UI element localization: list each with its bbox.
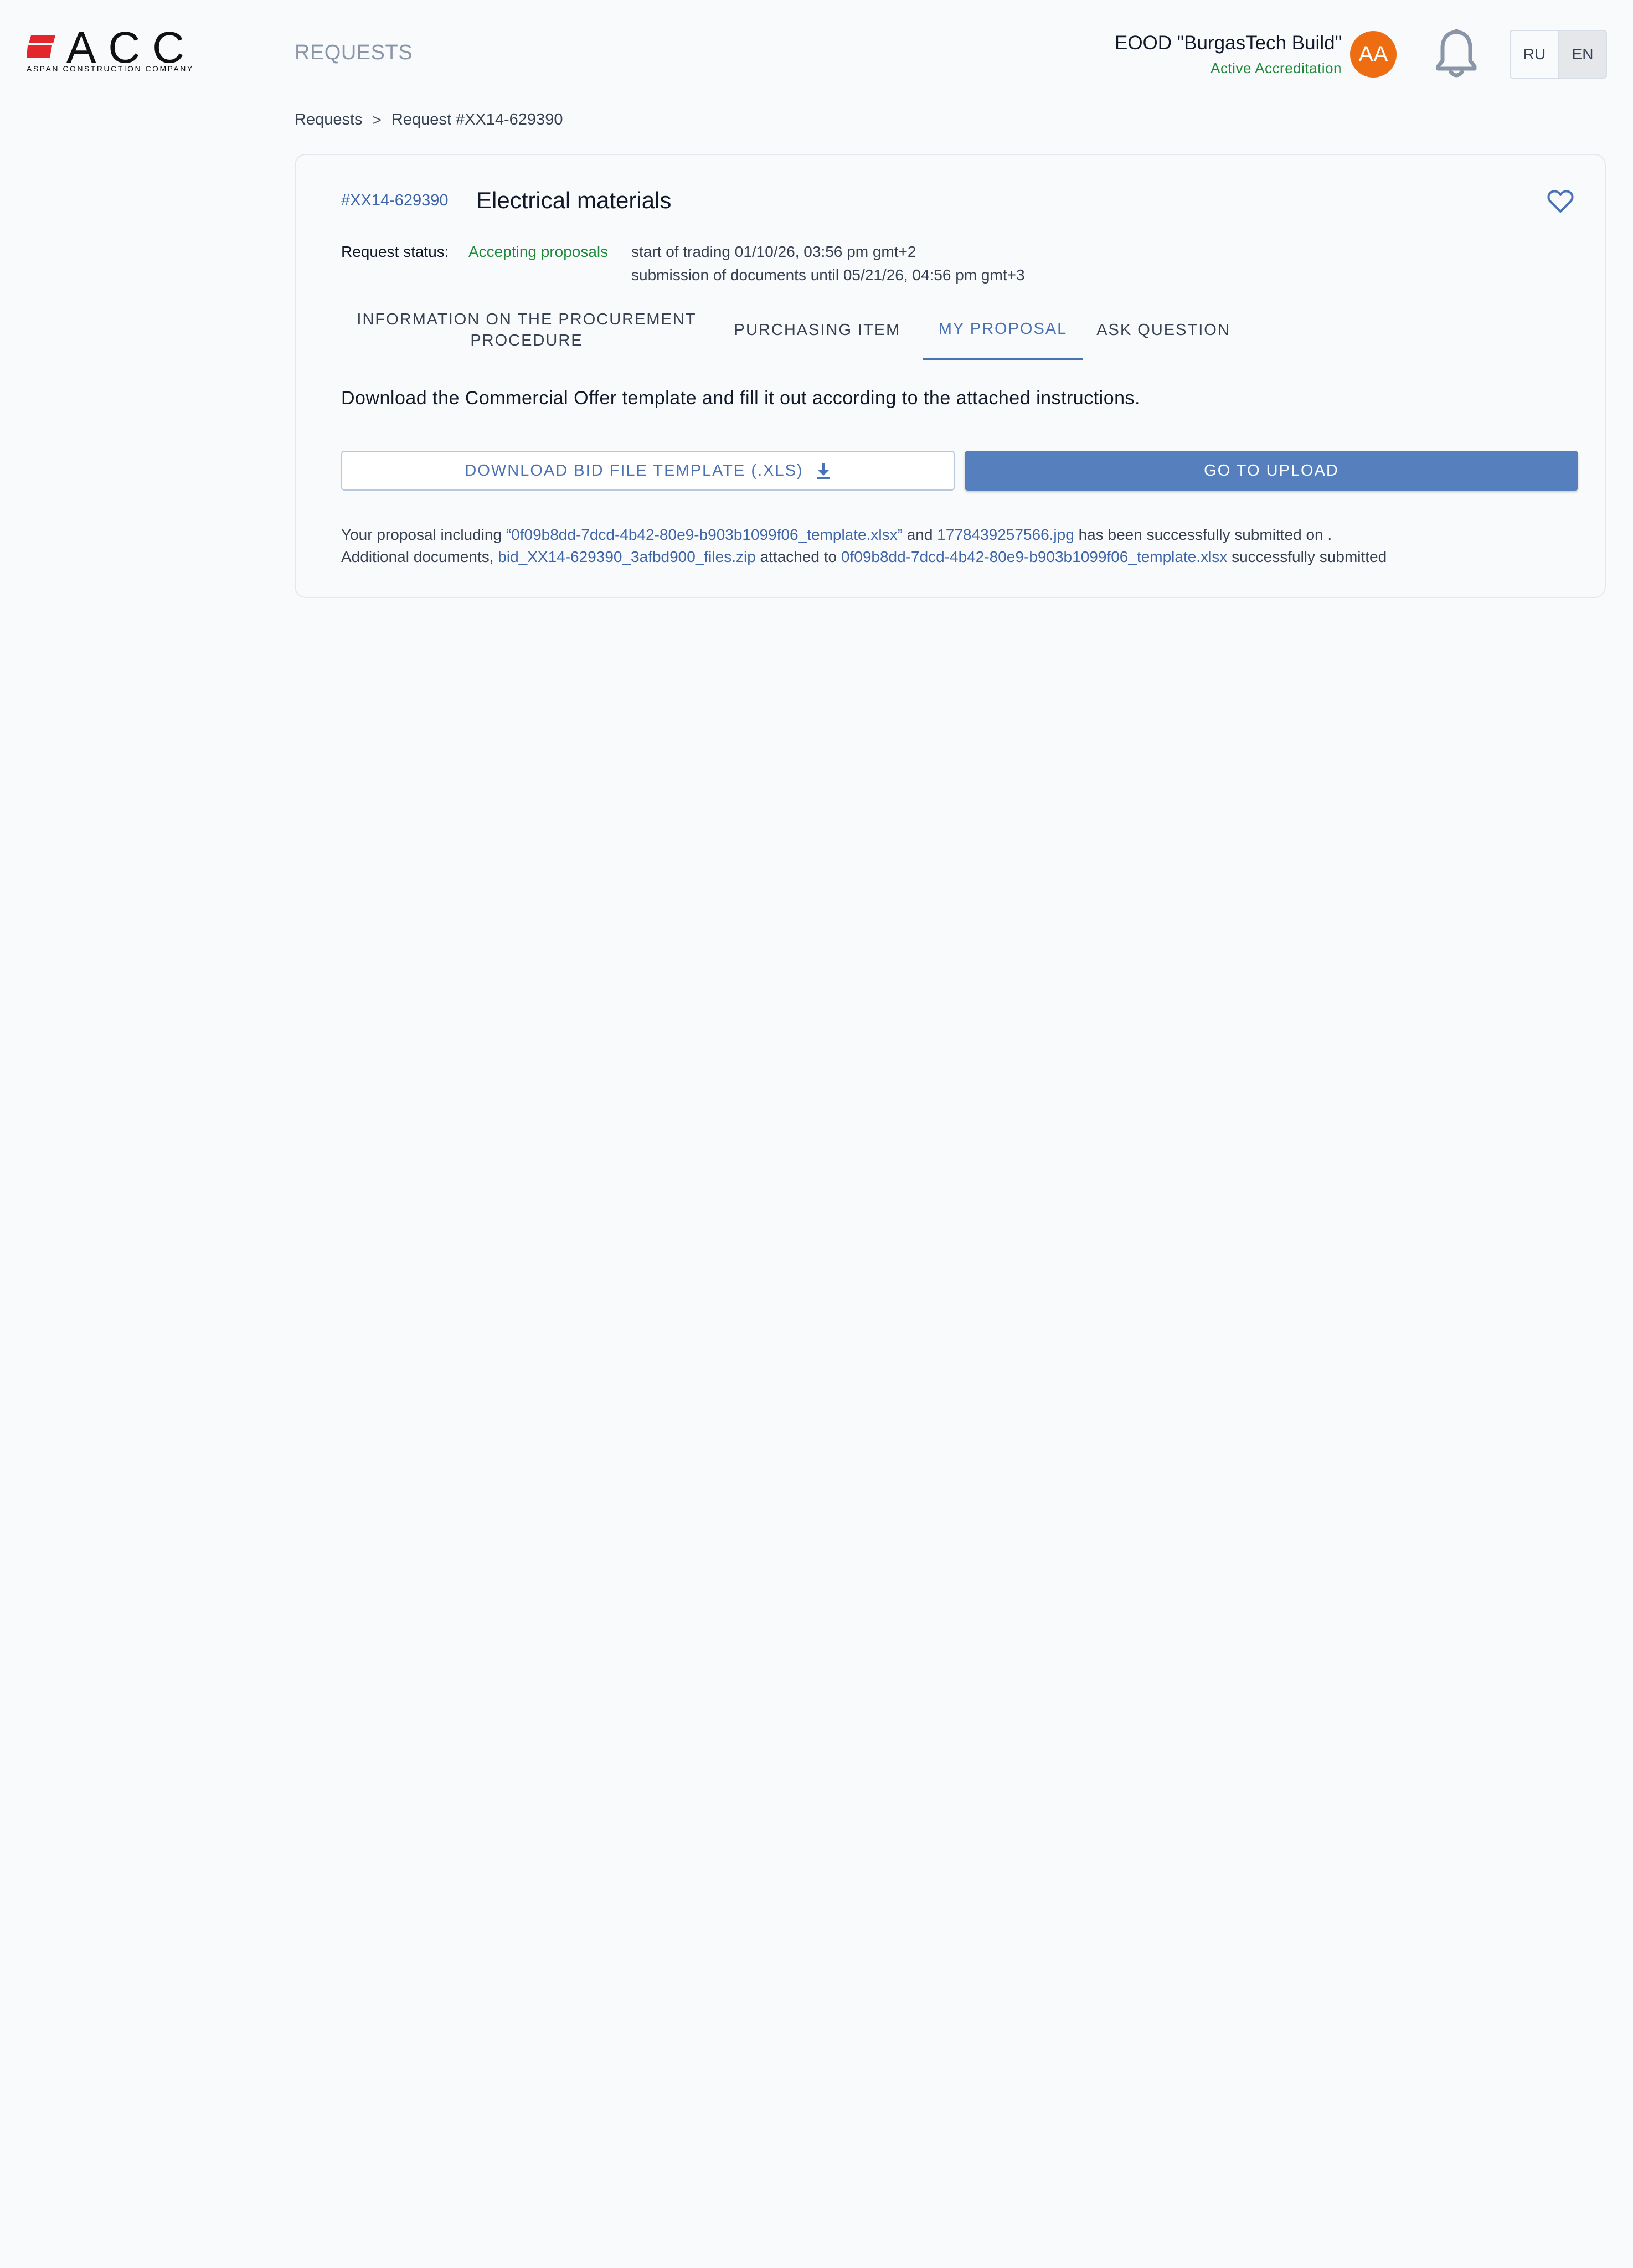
status-dates: start of trading 01/10/26, 03:56 pm gmt+… <box>631 240 1025 287</box>
status-value: Accepting proposals <box>468 243 609 260</box>
language-switcher: RU EN <box>1510 30 1607 79</box>
proposal-image-file-link[interactable]: 1778439257566.jpg <box>937 526 1074 543</box>
download-icon <box>817 463 830 479</box>
breadcrumb-current: Request #XX14-629390 <box>391 111 563 128</box>
request-card: #XX14-629390 Electrical materials Reques… <box>295 154 1606 598</box>
note-text: Your proposal including <box>341 526 506 543</box>
accreditation-status: Active Accreditation <box>1210 60 1342 76</box>
logo[interactable]: ACC ASPAN CONSTRUCTION COMPANY <box>27 25 193 76</box>
proposal-template-file-link[interactable]: “0f09b8dd-7dcd-4b42-80e9-b903b1099f06_te… <box>506 526 903 543</box>
note-text: and <box>902 526 937 543</box>
submission-deadline: submission of documents until 05/21/26, … <box>631 266 1025 284</box>
start-of-trading: start of trading 01/10/26, 03:56 pm gmt+… <box>631 243 916 260</box>
request-status-row: Request status: Accepting proposals star… <box>341 240 1025 287</box>
note-text: attached to <box>755 548 841 565</box>
request-title: Electrical materials <box>476 187 672 213</box>
heart-icon[interactable] <box>1547 189 1574 214</box>
company-name: EOOD "BurgasTech Build" <box>1114 32 1342 54</box>
go-to-upload-button[interactable]: GO TO UPLOAD <box>965 451 1578 491</box>
logo-mark-icon <box>27 35 55 58</box>
breadcrumb: Requests > Request #XX14-629390 <box>295 111 563 129</box>
note-text: has been successfully submitted on . <box>1074 526 1332 543</box>
note-text: Additional documents, <box>341 548 498 565</box>
submission-note-line: Your proposal including “0f09b8dd-7dcd-4… <box>341 524 1387 546</box>
lang-en-button[interactable]: EN <box>1558 30 1607 79</box>
tab-ask-question[interactable]: ASK QUESTION <box>1083 300 1244 360</box>
submission-notes: Your proposal including “0f09b8dd-7dcd-4… <box>341 524 1387 568</box>
page-title: REQUESTS <box>295 41 413 64</box>
attached-template-file-link[interactable]: 0f09b8dd-7dcd-4b42-80e9-b903b1099f06_tem… <box>841 548 1227 565</box>
request-id: #XX14-629390 <box>341 192 449 209</box>
additional-zip-file-link[interactable]: bid_XX14-629390_3afbd900_files.zip <box>498 548 756 565</box>
note-text: successfully submitted <box>1227 548 1387 565</box>
proposal-instructions: Download the Commercial Offer template a… <box>341 388 1140 409</box>
page: ACC ASPAN CONSTRUCTION COMPANY REQUESTS … <box>0 0 1633 2268</box>
bell-icon[interactable] <box>1433 28 1480 81</box>
logo-text: ACC <box>66 23 197 72</box>
breadcrumb-requests-link[interactable]: Requests <box>295 111 363 129</box>
chevron-right-icon: > <box>372 111 382 128</box>
avatar[interactable]: AA <box>1350 31 1397 78</box>
company-info: EOOD "BurgasTech Build" Active Accredita… <box>1115 32 1342 77</box>
tab-my-proposal[interactable]: MY PROPOSAL <box>923 300 1083 360</box>
status-label: Request status: <box>341 243 449 260</box>
tab-purchasing-item[interactable]: PURCHASING ITEM <box>712 300 923 360</box>
download-template-button[interactable]: DOWNLOAD BID FILE TEMPLATE (.XLS) <box>341 451 955 491</box>
additional-documents-line: Additional documents, bid_XX14-629390_3a… <box>341 546 1387 568</box>
lang-ru-button[interactable]: RU <box>1510 30 1558 79</box>
download-button-label: DOWNLOAD BID FILE TEMPLATE (.XLS) <box>465 461 803 480</box>
tab-procurement-info[interactable]: INFORMATION ON THE PROCUREMENT PROCEDURE <box>341 300 712 360</box>
logo-subtitle: ASPAN CONSTRUCTION COMPANY <box>27 64 194 73</box>
